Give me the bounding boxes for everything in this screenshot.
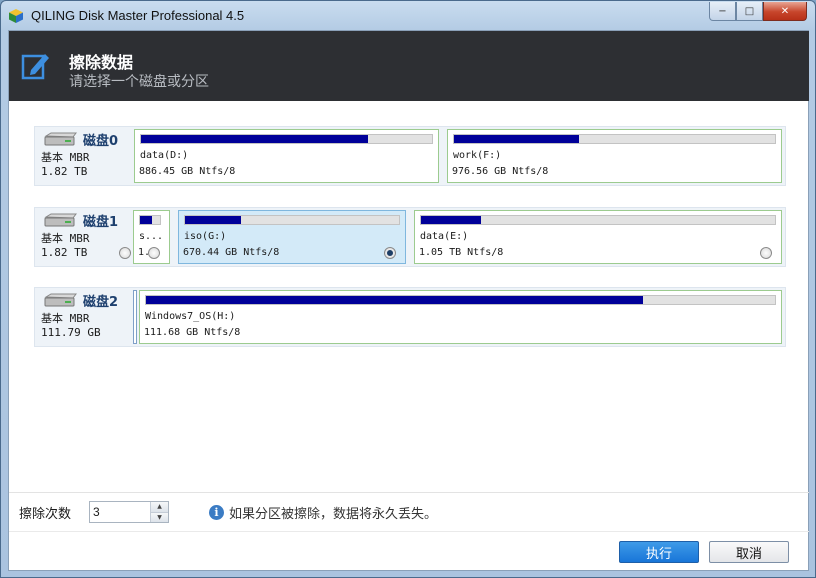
partition-radio[interactable] [148,247,160,259]
partition-iso-g[interactable]: iso(G:) 670.44 GB Ntfs/8 [178,210,406,264]
partition-data-e[interactable]: data(E:) 1.05 TB Ntfs/8 [414,210,782,264]
partition-windows7-os-h[interactable]: Windows7_OS(H:) 111.68 GB Ntfs/8 [139,290,782,344]
disk-size: 111.79 GB [41,326,101,339]
partition-info: 1.05 TB Ntfs/8 [419,247,504,258]
partition-label: Windows7_OS(H:) [145,311,236,322]
usage-bar [184,215,400,225]
page-subtitle: 请选择一个磁盘或分区 [69,74,209,90]
stepper-up-icon[interactable]: ▲ [151,502,168,512]
usage-bar [139,215,161,225]
partition-system-reserved[interactable]: s... 1. [133,210,170,264]
app-window: QILING Disk Master Professional 4.5 − □ … [0,0,816,578]
disk-row-0[interactable]: 磁盘0 基本 MBR 1.82 TB data(D:) 886.45 GB Nt… [34,126,786,186]
usage-bar [145,295,776,305]
info-icon: i [209,505,224,520]
wipe-count-value[interactable]: 3 [93,505,100,519]
disk-type: 基本 MBR [41,232,90,245]
partition-info: 886.45 GB Ntfs/8 [139,166,236,177]
partition-label: s... [139,231,164,242]
stepper-buttons: ▲ ▼ [150,502,168,522]
app-logo-icon [9,9,23,23]
edit-icon [21,54,49,80]
partition-unallocated-sliver[interactable] [133,290,137,344]
hard-disk-icon [44,213,77,227]
partition-label: work(F:) [453,150,502,161]
warning-note: 如果分区被擦除，数据将永久丢失。 [229,507,438,522]
usage-bar-fill [146,296,643,304]
partition-info: 976.56 GB Ntfs/8 [452,166,549,177]
disk-name: 磁盘1 [83,215,119,230]
partition-data-d[interactable]: data(D:) 886.45 GB Ntfs/8 [134,129,439,183]
disk-name: 磁盘0 [83,134,119,149]
cancel-button[interactable]: 取消 [709,541,789,563]
disk-row-1[interactable]: 磁盘1 基本 MBR 1.82 TB s... 1. iso(G:) 670.4… [34,207,786,267]
footer-divider [9,492,809,493]
button-divider [9,531,809,532]
disk-info: 磁盘0 基本 MBR 1.82 TB [39,129,133,185]
usage-bar-fill [141,135,368,143]
partition-info: 670.44 GB Ntfs/8 [183,247,280,258]
partition-label: iso(G:) [184,231,227,242]
usage-bar-fill [421,216,482,224]
disk-size: 1.82 TB [41,165,88,178]
usage-bar [453,134,776,144]
disk-type: 基本 MBR [41,312,90,325]
window-controls: − □ ✕ [709,2,807,21]
hard-disk-icon [44,293,77,307]
partition-label: data(E:) [420,231,469,242]
usage-bar [140,134,433,144]
disk-size: 1.82 TB [41,246,88,259]
disk-name: 磁盘2 [83,295,119,310]
window-title: QILING Disk Master Professional 4.5 [31,8,245,23]
dialog-client: 擦除数据 请选择一个磁盘或分区 磁盘0 基本 MBR 1.82 TB data(… [8,30,809,571]
close-button[interactable]: ✕ [763,2,807,21]
partition-radio[interactable] [760,247,772,259]
usage-bar-fill [454,135,580,143]
wipe-count-label: 擦除次数 [19,507,72,522]
disk-type: 基本 MBR [41,151,90,164]
usage-bar [420,215,776,225]
hard-disk-icon [44,132,77,146]
disk-radio[interactable] [119,247,131,259]
partition-work-f[interactable]: work(F:) 976.56 GB Ntfs/8 [447,129,782,183]
stepper-down-icon[interactable]: ▼ [151,512,168,522]
page-header: 擦除数据 请选择一个磁盘或分区 [9,31,809,101]
title-bar[interactable]: QILING Disk Master Professional 4.5 − □ … [1,1,815,31]
usage-bar-fill [185,216,241,224]
usage-bar-fill [140,216,152,224]
disk-info: 磁盘2 基本 MBR 111.79 GB [39,290,133,346]
partition-label: data(D:) [140,150,189,161]
partition-radio-selected[interactable] [384,247,396,259]
execute-button[interactable]: 执行 [619,541,699,563]
maximize-button[interactable]: □ [736,2,763,21]
wipe-count-stepper[interactable]: 3 ▲ ▼ [89,501,169,523]
disk-info: 磁盘1 基本 MBR 1.82 TB [39,210,133,266]
disk-row-2[interactable]: 磁盘2 基本 MBR 111.79 GB Windows7_OS(H:) 111… [34,287,786,347]
page-title: 擦除数据 [69,53,134,72]
partition-info: 111.68 GB Ntfs/8 [144,327,241,338]
minimize-button[interactable]: − [709,2,736,21]
